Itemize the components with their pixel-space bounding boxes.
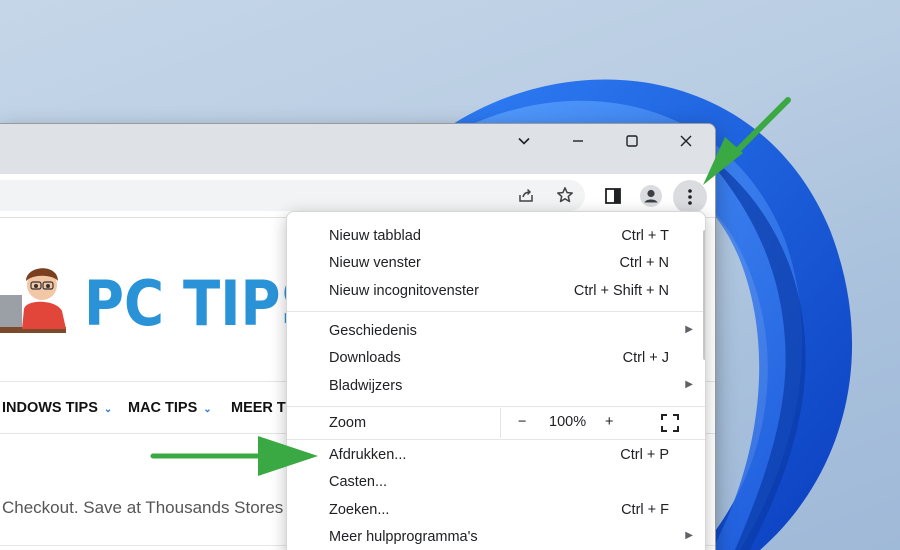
minimize-icon[interactable]: [551, 124, 605, 158]
nav-item-windows-tips[interactable]: INDOWS TIPS ⌄: [2, 400, 112, 416]
menu-item-find[interactable]: Zoeken... Ctrl + F: [287, 497, 705, 524]
star-icon[interactable]: [551, 181, 579, 209]
profile-avatar-icon[interactable]: [637, 182, 665, 210]
zoom-divider: [500, 408, 501, 438]
menu-item-downloads[interactable]: Downloads Ctrl + J: [287, 345, 705, 372]
three-dots-menu-icon[interactable]: [673, 180, 707, 214]
menu-item-new-tab[interactable]: Nieuw tabblad Ctrl + T: [287, 223, 705, 250]
menu-item-new-incognito-window[interactable]: Nieuw incognitovenster Ctrl + Shift + N: [287, 278, 705, 305]
side-panel-icon[interactable]: [599, 182, 627, 210]
menu-item-bookmarks[interactable]: Bladwijzers ▶: [287, 373, 705, 400]
submenu-arrow-icon: ▶: [685, 324, 693, 335]
zoom-in-button[interactable]: +: [605, 414, 613, 430]
submenu-arrow-icon: ▶: [685, 530, 693, 541]
share-icon[interactable]: [512, 181, 540, 209]
chevron-down-icon: ⌄: [203, 404, 212, 415]
zoom-level: 100%: [549, 414, 587, 430]
close-icon[interactable]: [659, 124, 713, 158]
menu-zoom-row: Zoom − 100% +: [287, 408, 705, 439]
maximize-icon[interactable]: [605, 124, 659, 158]
nav-item-meer-tips[interactable]: MEER TI: [231, 400, 290, 416]
menu-item-history[interactable]: Geschiedenis ▶: [287, 318, 705, 345]
menu-scrollbar[interactable]: [703, 230, 705, 360]
fullscreen-icon[interactable]: [661, 414, 679, 436]
menu-item-print[interactable]: Afdrukken... Ctrl + P: [287, 442, 705, 469]
site-logo-text[interactable]: PC TIPS: [84, 267, 320, 340]
title-bar: [0, 124, 715, 174]
menu-item-more-tools[interactable]: Meer hulpprogramma's ▶: [287, 524, 705, 550]
submenu-arrow-icon: ▶: [685, 379, 693, 390]
menu-separator: [287, 311, 705, 312]
logo-mascot-image: [0, 268, 66, 333]
menu-separator: [287, 439, 705, 440]
menu-separator: [287, 406, 705, 407]
promo-text[interactable]: Checkout. Save at Thousands Stores: [2, 498, 283, 518]
address-bar[interactable]: [0, 180, 585, 211]
chevron-down-icon[interactable]: [497, 124, 551, 158]
nav-item-mac-tips[interactable]: MAC TIPS ⌄: [128, 400, 212, 416]
chevron-down-icon: ⌄: [103, 404, 113, 415]
menu-item-new-window[interactable]: Nieuw venster Ctrl + N: [287, 250, 705, 277]
menu-item-cast[interactable]: Casten...: [287, 469, 705, 496]
zoom-out-button[interactable]: −: [518, 414, 526, 430]
chrome-main-menu: Nieuw tabblad Ctrl + T Nieuw venster Ctr…: [286, 211, 706, 550]
